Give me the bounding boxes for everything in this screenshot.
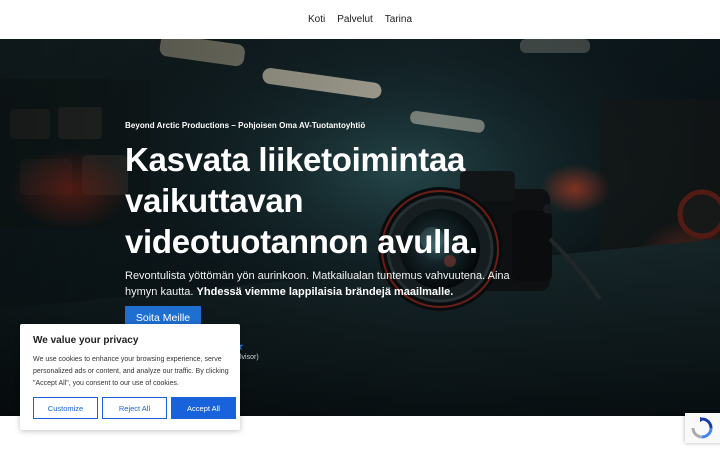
nav-link-palvelut[interactable]: Palvelut xyxy=(337,14,373,25)
hero-title-line-2: vaikuttavan xyxy=(125,182,304,219)
hero-content: Beyond Arctic Productions – Pohjoisen Om… xyxy=(125,121,545,300)
hero-kicker: Beyond Arctic Productions – Pohjoisen Om… xyxy=(125,121,366,130)
hero-description: Revontulista yöttömän yön aurinkoon. Mat… xyxy=(125,268,525,300)
hero-description-bold: Yhdessä viemme lappilaisia brändejä maai… xyxy=(196,286,454,298)
cookie-consent-banner: We value your privacy We use cookies to … xyxy=(20,324,240,430)
accept-all-button[interactable]: Accept All xyxy=(171,397,236,419)
cookie-buttons: Customize Reject All Accept All xyxy=(33,397,236,419)
nav-link-tarina[interactable]: Tarina xyxy=(385,14,412,25)
cookie-text: We use cookies to enhance your browsing … xyxy=(33,356,229,387)
hero-title: Kasvata liiketoimintaa vaikuttavan video… xyxy=(125,139,545,262)
main-navigation: Koti Palvelut Tarina xyxy=(0,0,720,39)
cookie-title: We value your privacy xyxy=(33,335,139,346)
nav-link-koti[interactable]: Koti xyxy=(308,14,325,25)
hero-title-line-1: Kasvata liiketoimintaa xyxy=(125,141,466,178)
recaptcha-icon xyxy=(691,417,713,439)
rating-source-text: lvisor) xyxy=(240,354,259,361)
hero-title-line-3: videotuotannon avulla. xyxy=(125,223,478,260)
reject-all-button[interactable]: Reject All xyxy=(102,397,167,419)
customize-button[interactable]: Customize xyxy=(33,397,98,419)
recaptcha-badge[interactable] xyxy=(685,413,720,443)
